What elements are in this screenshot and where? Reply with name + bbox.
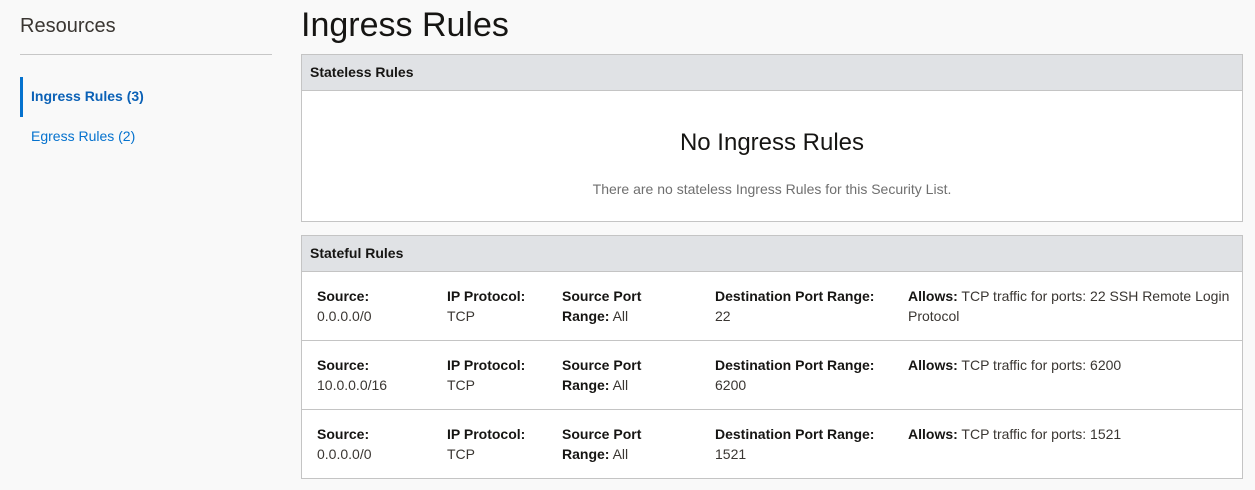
protocol-value: TCP bbox=[447, 308, 475, 324]
protocol-label: IP Protocol: bbox=[447, 288, 526, 304]
resources-title: Resources bbox=[20, 15, 116, 37]
rule-allows: Allows: TCP traffic for ports: 1521 bbox=[908, 424, 1238, 444]
rule-source-port: Source Port Range: All bbox=[562, 424, 702, 464]
allows-label: Allows: bbox=[908, 288, 958, 304]
nav-ingress-rules[interactable]: Ingress Rules (3) bbox=[20, 77, 272, 117]
stateful-rules-header: Stateful Rules bbox=[302, 236, 1242, 272]
destination-port-value: 1521 bbox=[715, 446, 747, 462]
source-port-range-label: Range: bbox=[562, 446, 610, 462]
main-content: Ingress Rules Stateless Rules No Ingress… bbox=[301, 0, 1243, 479]
destination-port-label: Destination Port Range: bbox=[715, 426, 875, 442]
source-port-label: Source Port bbox=[562, 288, 642, 304]
source-port-value: All bbox=[612, 446, 629, 462]
allows-label: Allows: bbox=[908, 357, 958, 373]
allows-value: TCP traffic for ports: 1521 bbox=[961, 426, 1122, 442]
rule-source-port: Source Port Range: All bbox=[562, 286, 702, 326]
source-label: Source: bbox=[317, 426, 370, 442]
resources-sidebar: Resources Ingress Rules (3) Egress Rules… bbox=[20, 0, 272, 167]
rule-destination-port: Destination Port Range: 22 bbox=[715, 286, 895, 326]
rule-destination-port: Destination Port Range: 6200 bbox=[715, 355, 895, 395]
destination-port-value: 6200 bbox=[715, 377, 747, 393]
rule-allows: Allows: TCP traffic for ports: 22 SSH Re… bbox=[908, 286, 1238, 326]
protocol-label: IP Protocol: bbox=[447, 426, 526, 442]
rule-protocol: IP Protocol: TCP bbox=[447, 286, 557, 326]
rule-row: Source: 0.0.0.0/0 IP Protocol: TCP Source Po… bbox=[302, 272, 1242, 341]
destination-port-label: Destination Port Range: bbox=[715, 357, 875, 373]
rule-source: Source: 0.0.0.0/0 bbox=[317, 424, 437, 464]
destination-port-value: 22 bbox=[715, 308, 731, 324]
rule-source: Source: 0.0.0.0/0 bbox=[317, 286, 437, 326]
source-value: 0.0.0.0/0 bbox=[317, 308, 372, 324]
empty-state-title: No Ingress Rules bbox=[679, 129, 865, 156]
resources-divider bbox=[20, 54, 272, 55]
source-label: Source: bbox=[317, 288, 370, 304]
source-value: 10.0.0.0/16 bbox=[317, 377, 388, 393]
allows-label: Allows: bbox=[908, 426, 958, 442]
stateful-rules-panel: Stateful Rules Source: 0.0.0.0/0 IP Protoc… bbox=[301, 235, 1243, 479]
source-port-value: All bbox=[612, 377, 629, 393]
source-value: 0.0.0.0/0 bbox=[317, 446, 372, 462]
stateless-rules-panel: Stateless Rules No Ingress Rules There a… bbox=[301, 54, 1243, 222]
rule-row: Source: 0.0.0.0/0 IP Protocol: TCP Source Po… bbox=[302, 410, 1242, 478]
rule-row: Source: 10.0.0.0/16 IP Protocol: TCP Source … bbox=[302, 341, 1242, 410]
rule-allows: Allows: TCP traffic for ports: 6200 bbox=[908, 355, 1238, 375]
source-port-value: All bbox=[612, 308, 629, 324]
stateless-empty-state: No Ingress Rules There are no stateless … bbox=[302, 91, 1242, 221]
nav-egress-rules[interactable]: Egress Rules (2) bbox=[20, 125, 272, 167]
source-port-label: Source Port bbox=[562, 426, 642, 442]
source-port-range-label: Range: bbox=[562, 308, 610, 324]
stateful-rules-list: Source: 0.0.0.0/0 IP Protocol: TCP Source Po… bbox=[302, 272, 1242, 478]
empty-state-text: There are no stateless Ingress Rules for… bbox=[592, 181, 952, 197]
rule-destination-port: Destination Port Range: 1521 bbox=[715, 424, 895, 464]
rule-protocol: IP Protocol: TCP bbox=[447, 355, 557, 395]
source-port-label: Source Port bbox=[562, 357, 642, 373]
protocol-value: TCP bbox=[447, 446, 475, 462]
source-label: Source: bbox=[317, 357, 370, 373]
rule-protocol: IP Protocol: TCP bbox=[447, 424, 557, 464]
page-title: Ingress Rules bbox=[301, 6, 509, 44]
destination-port-label: Destination Port Range: bbox=[715, 288, 875, 304]
stateless-rules-header: Stateless Rules bbox=[302, 55, 1242, 91]
protocol-label: IP Protocol: bbox=[447, 357, 526, 373]
rule-source-port: Source Port Range: All bbox=[562, 355, 702, 395]
allows-value: TCP traffic for ports: 6200 bbox=[961, 357, 1122, 373]
resources-nav: Ingress Rules (3) Egress Rules (2) bbox=[20, 77, 272, 167]
rule-source: Source: 10.0.0.0/16 bbox=[317, 355, 437, 395]
source-port-range-label: Range: bbox=[562, 377, 610, 393]
protocol-value: TCP bbox=[447, 377, 475, 393]
